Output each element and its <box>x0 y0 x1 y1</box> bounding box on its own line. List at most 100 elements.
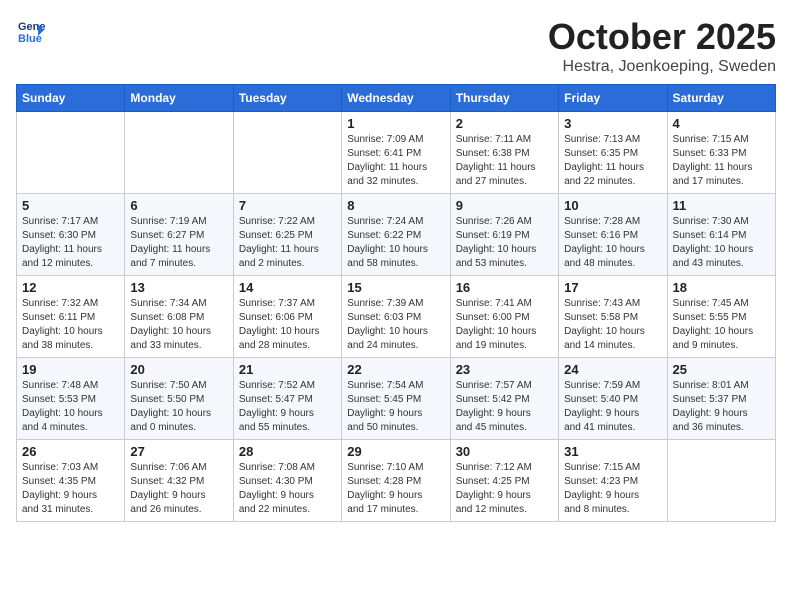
day-info: Sunrise: 7:22 AMSunset: 6:25 PMDaylight:… <box>239 215 336 271</box>
day-number: 12 <box>22 280 119 295</box>
location: Hestra, Joenkoeping, Sweden <box>548 58 776 76</box>
day-number: 24 <box>564 362 661 377</box>
calendar-cell: 1Sunrise: 7:09 AMSunset: 6:41 PMDaylight… <box>342 112 450 194</box>
day-info: Sunrise: 7:15 AMSunset: 6:33 PMDaylight:… <box>673 133 770 189</box>
calendar-cell: 21 Sunrise: 7:52 AMSunset: 5:47 PMDayligh… <box>233 358 341 440</box>
day-number: 8 <box>347 198 444 213</box>
calendar-week-1: 5 Sunrise: 7:17 AMSunset: 6:30 PMDaylight… <box>17 194 776 276</box>
calendar-cell: 18Sunrise: 7:45 AMSunset: 5:55 PMDayligh… <box>667 276 775 358</box>
day-info: Sunrise: 7:08 AMSunset: 4:30 PMDaylight:… <box>239 461 336 517</box>
day-info: Sunrise: 7:19 AMSunset: 6:27 PMDaylight:… <box>130 215 227 271</box>
day-number: 19 <box>22 362 119 377</box>
day-info: Sunrise: 7:50 AMSunset: 5:50 PMDaylight:… <box>130 379 227 435</box>
day-info: Sunrise: 7:59 AMSunset: 5:40 PMDaylight:… <box>564 379 661 435</box>
day-number: 13 <box>130 280 227 295</box>
weekday-header-row: SundayMondayTuesdayWednesdayThursdayFrid… <box>17 85 776 112</box>
calendar-cell: 19 Sunrise: 7:48 AMSunset: 5:53 PMDayligh… <box>17 358 125 440</box>
day-number: 15 <box>347 280 444 295</box>
day-number: 5 <box>22 198 119 213</box>
calendar-cell: 6 Sunrise: 7:19 AMSunset: 6:27 PMDaylight… <box>125 194 233 276</box>
weekday-saturday: Saturday <box>667 85 775 112</box>
day-info: Sunrise: 7:28 AMSunset: 6:16 PMDaylight:… <box>564 215 661 271</box>
title-area: October 2025 Hestra, Joenkoeping, Sweden <box>548 16 776 76</box>
calendar-cell: 29Sunrise: 7:10 AMSunset: 4:28 PMDayligh… <box>342 440 450 522</box>
calendar-body: 1Sunrise: 7:09 AMSunset: 6:41 PMDaylight… <box>17 112 776 522</box>
day-number: 25 <box>673 362 770 377</box>
day-number: 10 <box>564 198 661 213</box>
calendar-cell: 10 Sunrise: 7:28 AMSunset: 6:16 PMDayligh… <box>559 194 667 276</box>
day-number: 17 <box>564 280 661 295</box>
calendar-cell: 13 Sunrise: 7:34 AMSunset: 6:08 PMDayligh… <box>125 276 233 358</box>
day-number: 30 <box>456 444 553 459</box>
calendar-cell: 12 Sunrise: 7:32 AMSunset: 6:11 PMDayligh… <box>17 276 125 358</box>
calendar-cell <box>667 440 775 522</box>
day-info: Sunrise: 7:32 AMSunset: 6:11 PMDaylight:… <box>22 297 119 353</box>
calendar-week-0: 1Sunrise: 7:09 AMSunset: 6:41 PMDaylight… <box>17 112 776 194</box>
calendar-cell: 27 Sunrise: 7:06 AMSunset: 4:32 PMDayligh… <box>125 440 233 522</box>
calendar-cell: 4 Sunrise: 7:15 AMSunset: 6:33 PMDaylight… <box>667 112 775 194</box>
calendar-cell: 28 Sunrise: 7:08 AMSunset: 4:30 PMDayligh… <box>233 440 341 522</box>
calendar-table: SundayMondayTuesdayWednesdayThursdayFrid… <box>16 84 776 522</box>
weekday-thursday: Thursday <box>450 85 558 112</box>
calendar-cell: 16Sunrise: 7:41 AMSunset: 6:00 PMDayligh… <box>450 276 558 358</box>
weekday-monday: Monday <box>125 85 233 112</box>
day-info: Sunrise: 7:54 AMSunset: 5:45 PMDaylight:… <box>347 379 444 435</box>
logo-icon: General Blue <box>16 16 46 46</box>
calendar-week-3: 19 Sunrise: 7:48 AMSunset: 5:53 PMDayligh… <box>17 358 776 440</box>
calendar-cell <box>233 112 341 194</box>
calendar-week-4: 26 Sunrise: 7:03 AMSunset: 4:35 PMDayligh… <box>17 440 776 522</box>
day-info: Sunrise: 7:06 AMSunset: 4:32 PMDaylight:… <box>130 461 227 517</box>
day-info: Sunrise: 7:11 AMSunset: 6:38 PMDaylight:… <box>456 133 553 189</box>
calendar-cell: 22 Sunrise: 7:54 AMSunset: 5:45 PMDayligh… <box>342 358 450 440</box>
day-number: 20 <box>130 362 227 377</box>
day-number: 28 <box>239 444 336 459</box>
calendar-cell: 7Sunrise: 7:22 AMSunset: 6:25 PMDaylight… <box>233 194 341 276</box>
day-info: Sunrise: 7:57 AMSunset: 5:42 PMDaylight:… <box>456 379 553 435</box>
weekday-friday: Friday <box>559 85 667 112</box>
day-number: 14 <box>239 280 336 295</box>
calendar-cell: 9 Sunrise: 7:26 AMSunset: 6:19 PMDaylight… <box>450 194 558 276</box>
day-info: Sunrise: 7:10 AMSunset: 4:28 PMDaylight:… <box>347 461 444 517</box>
day-info: Sunrise: 7:37 AMSunset: 6:06 PMDaylight:… <box>239 297 336 353</box>
calendar-cell: 2Sunrise: 7:11 AMSunset: 6:38 PMDaylight… <box>450 112 558 194</box>
month-title: October 2025 <box>548 16 776 58</box>
weekday-sunday: Sunday <box>17 85 125 112</box>
day-number: 4 <box>673 116 770 131</box>
day-number: 23 <box>456 362 553 377</box>
calendar-cell: 8Sunrise: 7:24 AMSunset: 6:22 PMDaylight… <box>342 194 450 276</box>
calendar-cell: 30 Sunrise: 7:12 AMSunset: 4:25 PMDayligh… <box>450 440 558 522</box>
day-info: Sunrise: 7:52 AMSunset: 5:47 PMDaylight:… <box>239 379 336 435</box>
calendar-cell: 23 Sunrise: 7:57 AMSunset: 5:42 PMDayligh… <box>450 358 558 440</box>
day-number: 26 <box>22 444 119 459</box>
day-number: 27 <box>130 444 227 459</box>
calendar-cell: 15 Sunrise: 7:39 AMSunset: 6:03 PMDayligh… <box>342 276 450 358</box>
calendar-cell: 5 Sunrise: 7:17 AMSunset: 6:30 PMDaylight… <box>17 194 125 276</box>
day-info: Sunrise: 7:12 AMSunset: 4:25 PMDaylight:… <box>456 461 553 517</box>
calendar-cell: 20 Sunrise: 7:50 AMSunset: 5:50 PMDayligh… <box>125 358 233 440</box>
logo: General Blue <box>16 16 46 46</box>
day-info: Sunrise: 7:26 AMSunset: 6:19 PMDaylight:… <box>456 215 553 271</box>
day-number: 3 <box>564 116 661 131</box>
weekday-tuesday: Tuesday <box>233 85 341 112</box>
calendar-cell: 25 Sunrise: 8:01 AMSunset: 5:37 PMDayligh… <box>667 358 775 440</box>
calendar-cell: 26 Sunrise: 7:03 AMSunset: 4:35 PMDayligh… <box>17 440 125 522</box>
day-number: 9 <box>456 198 553 213</box>
day-info: Sunrise: 7:15 AMSunset: 4:23 PMDaylight:… <box>564 461 661 517</box>
day-info: Sunrise: 7:48 AMSunset: 5:53 PMDaylight:… <box>22 379 119 435</box>
day-info: Sunrise: 7:13 AMSunset: 6:35 PMDaylight:… <box>564 133 661 189</box>
day-info: Sunrise: 7:17 AMSunset: 6:30 PMDaylight:… <box>22 215 119 271</box>
day-number: 11 <box>673 198 770 213</box>
day-number: 16 <box>456 280 553 295</box>
day-info: Sunrise: 7:39 AMSunset: 6:03 PMDaylight:… <box>347 297 444 353</box>
day-number: 22 <box>347 362 444 377</box>
day-number: 6 <box>130 198 227 213</box>
day-info: Sunrise: 7:34 AMSunset: 6:08 PMDaylight:… <box>130 297 227 353</box>
day-info: Sunrise: 7:03 AMSunset: 4:35 PMDaylight:… <box>22 461 119 517</box>
calendar-week-2: 12 Sunrise: 7:32 AMSunset: 6:11 PMDayligh… <box>17 276 776 358</box>
calendar-cell: 3 Sunrise: 7:13 AMSunset: 6:35 PMDaylight… <box>559 112 667 194</box>
day-info: Sunrise: 7:09 AMSunset: 6:41 PMDaylight:… <box>347 133 444 189</box>
day-number: 21 <box>239 362 336 377</box>
weekday-wednesday: Wednesday <box>342 85 450 112</box>
day-info: Sunrise: 8:01 AMSunset: 5:37 PMDaylight:… <box>673 379 770 435</box>
calendar-cell <box>125 112 233 194</box>
